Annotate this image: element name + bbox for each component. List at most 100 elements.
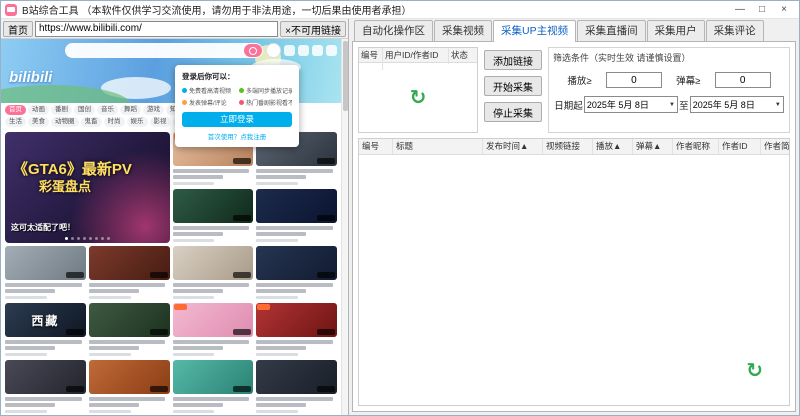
- invalid-link-button[interactable]: ×不可用链接: [280, 21, 346, 37]
- category-chip[interactable]: 鬼畜: [81, 117, 102, 127]
- danmaku-threshold-input[interactable]: [715, 72, 771, 88]
- category-chip[interactable]: 动画: [28, 105, 49, 115]
- play-threshold-input[interactable]: [606, 72, 662, 88]
- category-chip[interactable]: 影视: [150, 117, 171, 127]
- category-chip[interactable]: 动物圈: [51, 117, 79, 127]
- result-column-header[interactable]: 作者昵称: [673, 139, 719, 154]
- avatar[interactable]: [266, 43, 281, 58]
- result-column-header[interactable]: 播放▲: [593, 139, 633, 154]
- tab-collect-video[interactable]: 采集视频: [434, 20, 492, 41]
- browser-scrollbar[interactable]: [341, 39, 348, 415]
- video-card[interactable]: [256, 189, 337, 243]
- video-title-text: [256, 226, 333, 230]
- carousel-dot[interactable]: [77, 237, 80, 240]
- video-card[interactable]: [173, 303, 254, 357]
- dynamic-icon[interactable]: [312, 45, 323, 56]
- duration-badge: [317, 386, 335, 392]
- hero-banner-card[interactable]: 《GTA6》最新PV 彩蛋盘点 这可太适配了吧！: [5, 132, 170, 243]
- tab-automation[interactable]: 自动化操作区: [354, 20, 433, 41]
- category-chip[interactable]: 娱乐: [127, 117, 148, 127]
- history-icon[interactable]: [326, 45, 337, 56]
- video-card[interactable]: [173, 189, 254, 243]
- video-card[interactable]: [89, 303, 170, 357]
- category-chip[interactable]: 首页: [5, 105, 26, 115]
- video-card[interactable]: [256, 360, 337, 414]
- category-chip[interactable]: 生活: [5, 117, 26, 127]
- carousel-dot[interactable]: [65, 237, 68, 240]
- result-column-header[interactable]: 作者简介: [761, 139, 789, 154]
- result-table-body: ↻: [359, 155, 789, 405]
- tab-collect-user[interactable]: 采集用户: [647, 20, 705, 41]
- date-from-picker[interactable]: 2025年 5月 8日 ▼: [584, 96, 678, 113]
- carousel-dot[interactable]: [107, 237, 110, 240]
- duration-badge: [150, 272, 168, 278]
- result-column-header[interactable]: 发布时间▲: [483, 139, 543, 154]
- window-title: B站综合工具 （本软件仅供学习交流使用，请勿用于非法用途，一切后果由使用者承担）: [22, 2, 411, 17]
- result-column-header[interactable]: 标题: [393, 139, 483, 154]
- duration-badge: [317, 215, 335, 221]
- result-column-header[interactable]: 编号: [359, 139, 393, 154]
- stop-collect-button[interactable]: 停止采集: [484, 102, 542, 122]
- category-chip[interactable]: 番剧: [51, 105, 72, 115]
- video-card[interactable]: [256, 303, 337, 357]
- benefit-label: 免费看高清视频: [189, 86, 231, 95]
- carousel-dot[interactable]: [95, 237, 98, 240]
- maximize-button[interactable]: □: [751, 2, 773, 18]
- category-chip[interactable]: 国创: [74, 105, 95, 115]
- browser-view: bilibili 首页动画番剧国创: [1, 39, 348, 415]
- duration-badge: [233, 215, 251, 221]
- video-card[interactable]: 西藏: [5, 303, 86, 357]
- video-card[interactable]: [256, 246, 337, 300]
- scrollbar-thumb[interactable]: [343, 41, 348, 111]
- video-title-text: [256, 169, 333, 173]
- hero-tagline: 这可太适配了吧！: [11, 222, 75, 233]
- carousel-dot[interactable]: [83, 237, 86, 240]
- category-chip[interactable]: 美食: [28, 117, 49, 127]
- close-button[interactable]: ×: [773, 2, 795, 18]
- benefit-label: 发表弹幕/评论: [189, 98, 227, 107]
- video-title-text: [256, 403, 306, 407]
- duration-badge: [233, 158, 251, 164]
- carousel-dot[interactable]: [101, 237, 104, 240]
- vip-icon[interactable]: [284, 45, 295, 56]
- video-title-text: [256, 397, 333, 401]
- date-to-label: 至: [679, 98, 689, 112]
- login-benefit: 多端同步播放记录: [239, 86, 292, 95]
- video-card[interactable]: [5, 246, 86, 300]
- refresh-results-button[interactable]: ↻: [746, 361, 763, 381]
- refresh-id-table-button[interactable]: ↻: [410, 88, 427, 108]
- video-card[interactable]: [89, 246, 170, 300]
- app-icon: [5, 4, 17, 16]
- url-input[interactable]: [35, 21, 278, 37]
- home-button[interactable]: 首页: [3, 21, 33, 37]
- message-icon[interactable]: [298, 45, 309, 56]
- minimize-button[interactable]: —: [729, 2, 751, 18]
- carousel-dot[interactable]: [89, 237, 92, 240]
- tab-collect-up-video[interactable]: 采集UP主视频: [493, 20, 576, 42]
- category-chip[interactable]: 舞蹈: [120, 105, 141, 115]
- register-link[interactable]: 首次使用？点我注册: [182, 131, 292, 141]
- video-card[interactable]: [89, 360, 170, 414]
- video-card[interactable]: [173, 360, 254, 414]
- category-chip[interactable]: 时尚: [104, 117, 125, 127]
- carousel-dot[interactable]: [71, 237, 74, 240]
- search-icon[interactable]: [244, 44, 262, 57]
- tab-collect-live[interactable]: 采集直播间: [577, 20, 646, 41]
- start-collect-button[interactable]: 开始采集: [484, 76, 542, 96]
- result-column-header[interactable]: 弹幕▲: [633, 139, 673, 154]
- tab-collect-comment[interactable]: 采集评论: [706, 20, 764, 41]
- date-to-picker[interactable]: 2025年 5月 8日 ▼: [690, 96, 784, 113]
- video-thumbnail: [173, 303, 254, 337]
- category-chip[interactable]: 游戏: [143, 105, 164, 115]
- video-card[interactable]: [5, 360, 86, 414]
- category-chip[interactable]: 音乐: [97, 105, 118, 115]
- result-column-header[interactable]: 作者ID: [719, 139, 761, 154]
- collect-up-video-panel: 编号 用户ID/作者ID 状态 ↻ 添加链接 开始采集 停止采集: [352, 41, 796, 412]
- video-thumbnail: [173, 360, 254, 394]
- result-column-header[interactable]: 视频链接: [543, 139, 593, 154]
- bilibili-page: bilibili 首页动画番剧国创: [1, 39, 341, 415]
- search-input[interactable]: [65, 43, 263, 58]
- video-card[interactable]: [173, 246, 254, 300]
- add-link-button[interactable]: 添加链接: [484, 50, 542, 70]
- login-button[interactable]: 立即登录: [182, 112, 292, 127]
